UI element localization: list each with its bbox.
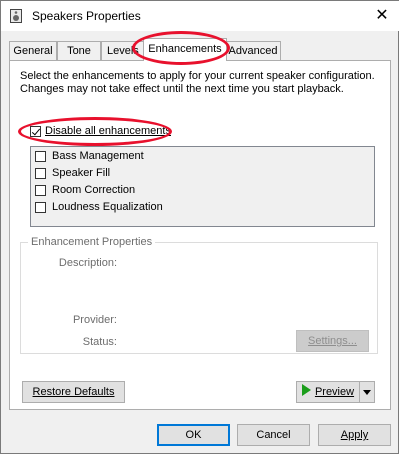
enhancements-list[interactable]: Bass Management Speaker Fill Room Correc… (30, 146, 375, 227)
tab-levels[interactable]: Levels (101, 41, 147, 60)
bass-management-label: Bass Management (52, 150, 144, 162)
preview-dropdown-button[interactable] (359, 381, 375, 403)
speaker-fill-label: Speaker Fill (52, 167, 111, 179)
dropdown-arrow-icon (363, 389, 371, 395)
restore-defaults-button[interactable]: Restore Defaults (22, 381, 125, 403)
room-correction-checkbox[interactable] (35, 185, 46, 196)
title-bar[interactable]: Speakers Properties ✕ (1, 1, 399, 31)
tab-advanced[interactable]: Advanced (225, 41, 281, 60)
enhancements-panel (9, 60, 391, 410)
status-label: Status: (82, 336, 117, 348)
disable-all-enhancements-checkbox[interactable] (30, 126, 41, 137)
loudness-equalization-label: Loudness Equalization (52, 201, 163, 213)
close-button[interactable]: ✕ (365, 1, 399, 31)
play-icon (301, 384, 311, 396)
ok-button[interactable]: OK (157, 424, 230, 446)
cancel-button[interactable]: Cancel (237, 424, 310, 446)
room-correction-label: Room Correction (52, 184, 136, 196)
speaker-fill-checkbox[interactable] (35, 168, 46, 179)
apply-button[interactable]: Apply (318, 424, 391, 446)
preview-button[interactable]: Preview (296, 381, 360, 403)
tab-enhancements[interactable]: Enhancements (143, 38, 227, 61)
window-title: Speakers Properties (32, 9, 141, 23)
provider-label: Provider: (72, 314, 117, 326)
settings-button[interactable]: Settings... (296, 330, 369, 352)
close-icon: ✕ (375, 7, 389, 24)
description-label: Description: (58, 257, 117, 269)
speaker-icon (10, 9, 22, 23)
disable-all-enhancements-label[interactable]: Disable all enhancements (45, 125, 171, 137)
tab-tone[interactable]: Tone (57, 41, 101, 60)
bass-management-checkbox[interactable] (35, 151, 46, 162)
enhancement-properties-title: Enhancement Properties (28, 236, 156, 248)
enhancements-description: Select the enhancements to apply for you… (20, 70, 375, 95)
loudness-equalization-checkbox[interactable] (35, 202, 46, 213)
tab-general[interactable]: General (9, 41, 57, 60)
